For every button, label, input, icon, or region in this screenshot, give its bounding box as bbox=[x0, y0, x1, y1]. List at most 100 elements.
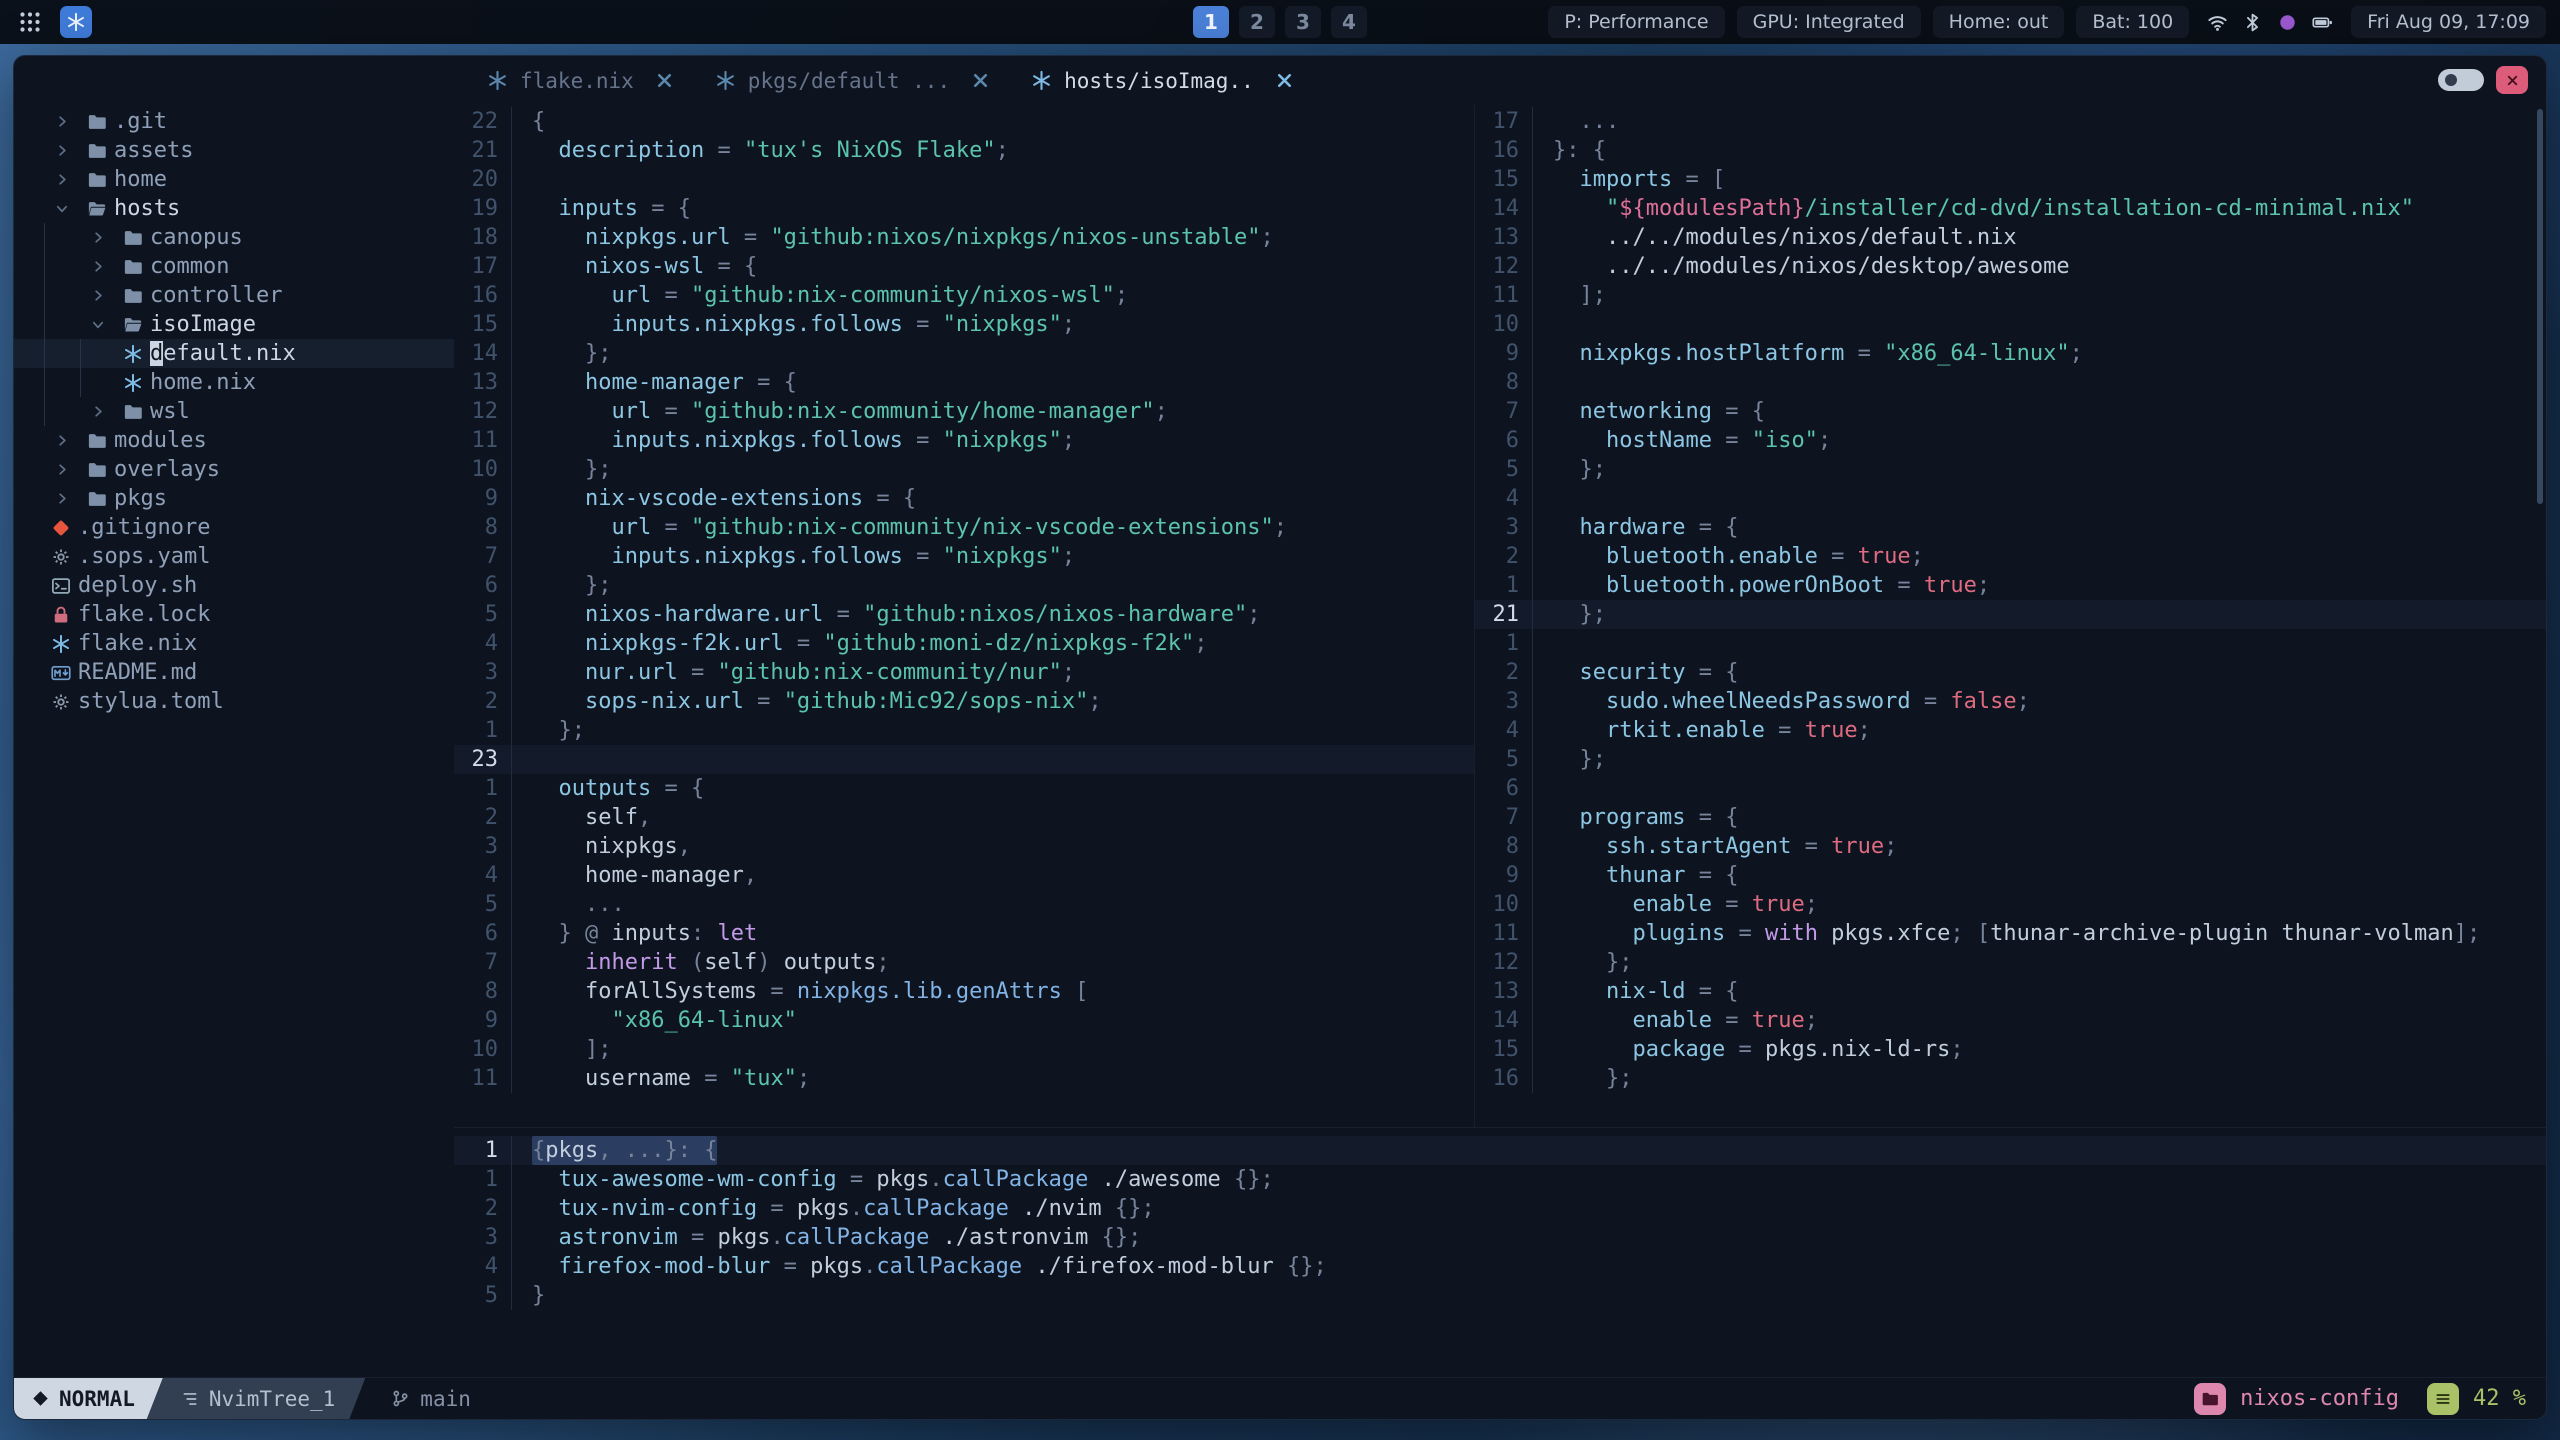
tree-item-flake.lock[interactable]: flake.lock bbox=[14, 600, 454, 629]
tree-item-modules[interactable]: modules bbox=[14, 426, 454, 455]
code-line[interactable]: 16}: { bbox=[1475, 136, 2546, 165]
code-line[interactable]: 4 nixpkgs-f2k.url = "github:moni-dz/nixp… bbox=[454, 629, 1474, 658]
code-line[interactable]: 3 nixpkgs, bbox=[454, 832, 1474, 861]
tree-item-common[interactable]: common bbox=[14, 252, 454, 281]
apps-grid-icon[interactable] bbox=[14, 6, 46, 38]
code-line[interactable]: 9 nixpkgs.hostPlatform = "x86_64-linux"; bbox=[1475, 339, 2546, 368]
code-line[interactable]: 14 }; bbox=[454, 339, 1474, 368]
code-line[interactable]: 1 {pkgs, ...}: { bbox=[454, 1136, 2546, 1165]
code-line[interactable]: 4 firefox-mod-blur = pkgs.callPackage ./… bbox=[454, 1252, 2546, 1281]
scrollbar[interactable] bbox=[2537, 109, 2543, 504]
titlebar-toggle[interactable] bbox=[2438, 69, 2484, 91]
tree-item-home.nix[interactable]: home.nix bbox=[14, 368, 454, 397]
code-line[interactable]: 1 bluetooth.powerOnBoot = true; bbox=[1475, 571, 2546, 600]
code-line[interactable]: 1 tux-awesome-wm-config = pkgs.callPacka… bbox=[454, 1165, 2546, 1194]
tab-close-icon[interactable] bbox=[970, 70, 991, 91]
battery-icon[interactable] bbox=[2312, 12, 2333, 33]
distro-logo-icon[interactable] bbox=[60, 6, 92, 38]
code-line[interactable]: 12 ../../modules/nixos/desktop/awesome bbox=[1475, 252, 2546, 281]
editor-pkgs-default-nix[interactable]: 1 {pkgs, ...}: {1 tux-awesome-wm-config =… bbox=[454, 1127, 2546, 1377]
code-line[interactable]: 15 inputs.nixpkgs.follows = "nixpkgs"; bbox=[454, 310, 1474, 339]
code-line[interactable]: 4 bbox=[1475, 484, 2546, 513]
tree-item-home[interactable]: home bbox=[14, 165, 454, 194]
code-line[interactable]: 8 ssh.startAgent = true; bbox=[1475, 832, 2546, 861]
tree-item-README.md[interactable]: README.md bbox=[14, 658, 454, 687]
window-close-button[interactable] bbox=[2496, 66, 2528, 94]
code-line[interactable]: 8 url = "github:nix-community/nix-vscode… bbox=[454, 513, 1474, 542]
workspace-button-3[interactable]: 3 bbox=[1285, 6, 1321, 38]
code-line[interactable]: 7 programs = { bbox=[1475, 803, 2546, 832]
code-line[interactable]: 22 { bbox=[454, 107, 1474, 136]
code-line[interactable]: 5 }; bbox=[1475, 455, 2546, 484]
code-line[interactable]: 6 hostName = "iso"; bbox=[1475, 426, 2546, 455]
buffer-tab-hosts/isoImag..[interactable]: hosts/isoImag.. bbox=[1013, 56, 1313, 105]
code-line[interactable]: 15 imports = [ bbox=[1475, 165, 2546, 194]
code-line[interactable]: 11 plugins = with pkgs.xfce; [thunar-arc… bbox=[1475, 919, 2546, 948]
workspace-button-1[interactable]: 1 bbox=[1193, 6, 1229, 38]
tree-item-.git[interactable]: .git bbox=[14, 107, 454, 136]
code-line[interactable]: 2 tux-nvim-config = pkgs.callPackage ./n… bbox=[454, 1194, 2546, 1223]
tree-item-.gitignore[interactable]: .gitignore bbox=[14, 513, 454, 542]
code-line[interactable]: 6 bbox=[1475, 774, 2546, 803]
tree-item-isoImage[interactable]: isoImage bbox=[14, 310, 454, 339]
file-tree[interactable]: .git assets home hosts canopus common controll… bbox=[14, 105, 454, 1377]
code-line[interactable]: 1 bbox=[1475, 629, 2546, 658]
code-line[interactable]: 15 package = pkgs.nix-ld-rs; bbox=[1475, 1035, 2546, 1064]
tree-item-canopus[interactable]: canopus bbox=[14, 223, 454, 252]
tree-item-wsl[interactable]: wsl bbox=[14, 397, 454, 426]
code-line[interactable]: 9 "x86_64-linux" bbox=[454, 1006, 1474, 1035]
bluetooth-icon[interactable] bbox=[2242, 12, 2263, 33]
code-line[interactable]: 11 ]; bbox=[1475, 281, 2546, 310]
wifi-icon[interactable] bbox=[2207, 12, 2228, 33]
code-line[interactable]: 13 ../../modules/nixos/default.nix bbox=[1475, 223, 2546, 252]
buffer-tab-flake.nix[interactable]: flake.nix bbox=[469, 56, 693, 105]
code-line[interactable]: 11 username = "tux"; bbox=[454, 1064, 1474, 1093]
code-line[interactable]: 17 nixos-wsl = { bbox=[454, 252, 1474, 281]
code-line[interactable]: 16 }; bbox=[1475, 1064, 2546, 1093]
code-line[interactable]: 10 bbox=[1475, 310, 2546, 339]
code-line[interactable]: 10 ]; bbox=[454, 1035, 1474, 1064]
code-line[interactable]: 13 nix-ld = { bbox=[1475, 977, 2546, 1006]
code-line[interactable]: 19 inputs = { bbox=[454, 194, 1474, 223]
code-line[interactable]: 9 thunar = { bbox=[1475, 861, 2546, 890]
code-line[interactable]: 14 enable = true; bbox=[1475, 1006, 2546, 1035]
tree-item-deploy.sh[interactable]: deploy.sh bbox=[14, 571, 454, 600]
tree-item-controller[interactable]: controller bbox=[14, 281, 454, 310]
code-line[interactable]: 2 bluetooth.enable = true; bbox=[1475, 542, 2546, 571]
code-line[interactable]: 14 "${modulesPath}/installer/cd-dvd/inst… bbox=[1475, 194, 2546, 223]
code-line[interactable]: 5 ... bbox=[454, 890, 1474, 919]
code-line[interactable]: 12 url = "github:nix-community/home-mana… bbox=[454, 397, 1474, 426]
tree-item-default.nix[interactable]: default.nix bbox=[14, 339, 454, 368]
code-line[interactable]: 1 outputs = { bbox=[454, 774, 1474, 803]
code-line[interactable]: 20 bbox=[454, 165, 1474, 194]
tab-close-icon[interactable] bbox=[1274, 70, 1295, 91]
code-line[interactable]: 7 inherit (self) outputs; bbox=[454, 948, 1474, 977]
code-line[interactable]: 8 bbox=[1475, 368, 2546, 397]
code-line[interactable]: 8 forAllSystems = nixpkgs.lib.genAttrs [ bbox=[454, 977, 1474, 1006]
tab-close-icon[interactable] bbox=[654, 70, 675, 91]
code-line[interactable]: 11 inputs.nixpkgs.follows = "nixpkgs"; bbox=[454, 426, 1474, 455]
tree-item-assets[interactable]: assets bbox=[14, 136, 454, 165]
tree-item-.sops.yaml[interactable]: .sops.yaml bbox=[14, 542, 454, 571]
code-line[interactable]: 7 networking = { bbox=[1475, 397, 2546, 426]
tree-item-hosts[interactable]: hosts bbox=[14, 194, 454, 223]
code-line[interactable]: 1 }; bbox=[454, 716, 1474, 745]
code-line[interactable]: 16 url = "github:nix-community/nixos-wsl… bbox=[454, 281, 1474, 310]
dot-icon[interactable] bbox=[2277, 12, 2298, 33]
workspace-button-2[interactable]: 2 bbox=[1239, 6, 1275, 38]
code-line[interactable]: 5 nixos-hardware.url = "github:nixos/nix… bbox=[454, 600, 1474, 629]
buffer-tab-pkgs/default ...[interactable]: pkgs/default ... bbox=[697, 56, 1009, 105]
tree-item-flake.nix[interactable]: flake.nix bbox=[14, 629, 454, 658]
workspace-button-4[interactable]: 4 bbox=[1331, 6, 1367, 38]
editor-hosts-isoimage-default-nix[interactable]: 17 ... 16}: {15 imports = [14 "${modulesP… bbox=[1474, 105, 2546, 1127]
code-line[interactable]: 12 }; bbox=[1475, 948, 2546, 977]
code-line[interactable]: 21 }; bbox=[1475, 600, 2546, 629]
code-line[interactable]: 6 }; bbox=[454, 571, 1474, 600]
code-line[interactable]: 23 bbox=[454, 745, 1474, 774]
code-line[interactable]: 10 }; bbox=[454, 455, 1474, 484]
code-line[interactable]: 3 nur.url = "github:nix-community/nur"; bbox=[454, 658, 1474, 687]
code-line[interactable]: 2 security = { bbox=[1475, 658, 2546, 687]
code-line[interactable]: 5 }; bbox=[1475, 745, 2546, 774]
code-line[interactable]: 10 enable = true; bbox=[1475, 890, 2546, 919]
code-line[interactable]: 9 nix-vscode-extensions = { bbox=[454, 484, 1474, 513]
